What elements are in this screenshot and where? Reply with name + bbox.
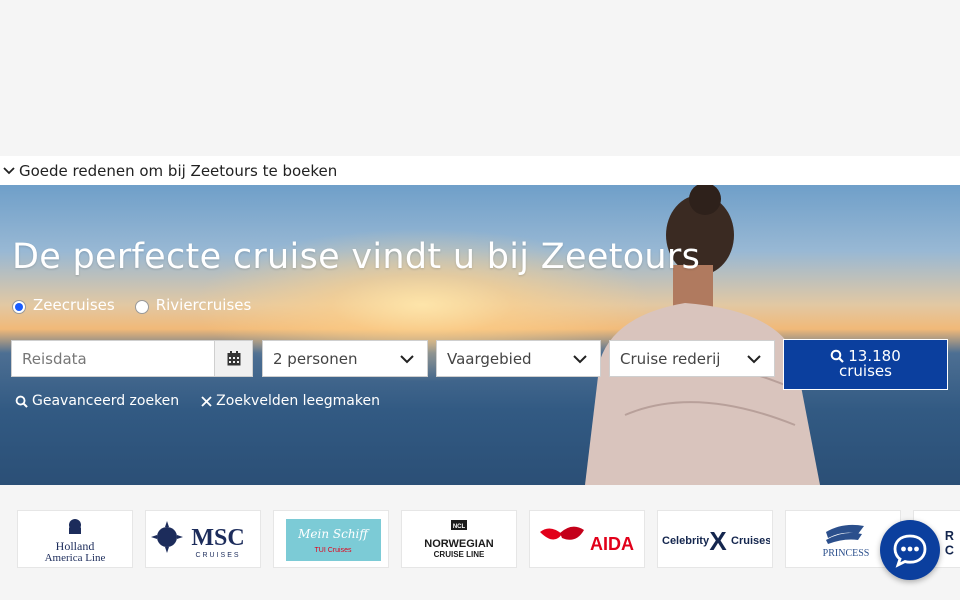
- radio-label: Riviercruises: [155, 296, 252, 314]
- logo-aida-name: AIDA: [590, 534, 634, 554]
- cruise-line-logos: Holland America Line MSC CRUISES Mein Sc…: [17, 510, 960, 568]
- search-button[interactable]: 13.180 cruises: [783, 339, 948, 390]
- persons-value: 2 personen: [273, 349, 358, 368]
- logo-norwegian-sub: CRUISE LINE: [434, 550, 485, 559]
- radio-dot-checked[interactable]: [12, 300, 26, 314]
- date-placeholder: Reisdata: [22, 349, 87, 368]
- advanced-search-link[interactable]: Geavanceerd zoeken: [15, 393, 179, 409]
- radio-label: Zeecruises: [33, 296, 115, 314]
- radio-dot-unchecked[interactable]: [134, 300, 149, 314]
- logo-mein-schiff-name: Mein Schiff: [297, 527, 370, 541]
- logo-norwegian-name: NORWEGIAN: [424, 538, 494, 550]
- calendar-icon: [227, 351, 240, 366]
- chat-button[interactable]: [880, 520, 940, 580]
- logo-celebrity-sub: Cruises: [731, 535, 770, 547]
- logo-mein-schiff-sub: TUI Cruises: [315, 547, 352, 554]
- chevron-down-icon: [573, 355, 587, 364]
- radio-zeecruises[interactable]: Zeecruises: [12, 296, 115, 314]
- logo-ncl-badge: NCL: [453, 524, 466, 530]
- chevron-down-icon: [747, 355, 761, 364]
- area-value: Vaargebied: [447, 349, 532, 368]
- logo-celebrity-mark: X: [709, 526, 727, 556]
- radio-riviercruises[interactable]: Riviercruises: [134, 296, 252, 314]
- logo-msc[interactable]: MSC CRUISES: [145, 510, 261, 568]
- cruise-line-value: Cruise rederij: [620, 349, 721, 368]
- search-links: Geavanceerd zoeken Zoekvelden leegmaken: [15, 393, 380, 409]
- calendar-button[interactable]: [214, 340, 253, 377]
- clear-fields-link[interactable]: Zoekvelden leegmaken: [201, 393, 380, 409]
- date-input[interactable]: Reisdata: [11, 340, 215, 377]
- cruise-type-radios: Zeecruises Riviercruises: [12, 296, 251, 314]
- logo-msc-name: MSC: [191, 525, 244, 551]
- reasons-toggle[interactable]: Goede redenen om bij Zeetours te boeken: [0, 156, 960, 185]
- chevron-down-icon: [400, 355, 414, 364]
- logo-aida[interactable]: AIDA: [529, 510, 645, 568]
- chevron-down-icon: [2, 164, 16, 178]
- chat-icon: [893, 534, 927, 568]
- close-icon: [201, 395, 212, 407]
- persons-select[interactable]: 2 personen: [262, 340, 428, 377]
- search-button-unit: cruises: [839, 362, 892, 380]
- area-select[interactable]: Vaargebied: [436, 340, 601, 377]
- logo-partial-line2: C: [945, 543, 954, 557]
- logo-msc-sub: CRUISES: [195, 552, 240, 559]
- reasons-label: Goede redenen om bij Zeetours te boeken: [19, 161, 338, 180]
- clear-fields-label: Zoekvelden leegmaken: [216, 393, 380, 409]
- cruise-line-select[interactable]: Cruise rederij: [609, 340, 775, 377]
- logo-holland-america[interactable]: Holland America Line: [17, 510, 133, 568]
- logo-partial-line1: R: [945, 529, 954, 543]
- logo-princess-name: PRINCESS: [823, 548, 870, 559]
- logo-celebrity[interactable]: Celebrity X Cruises: [657, 510, 773, 568]
- search-icon: [830, 349, 845, 363]
- logo-celebrity-name: Celebrity: [662, 535, 710, 547]
- advanced-search-label: Geavanceerd zoeken: [32, 393, 180, 409]
- logo-mein-schiff[interactable]: Mein Schiff TUI Cruises: [273, 510, 389, 568]
- search-icon: [15, 395, 28, 408]
- hero-title: De perfecte cruise vindt u bij Zeetours: [12, 237, 701, 277]
- logo-holland-line1: Holland: [56, 539, 95, 553]
- hero-banner: De perfecte cruise vindt u bij Zeetours …: [0, 185, 960, 485]
- logo-norwegian[interactable]: NCL NORWEGIAN CRUISE LINE: [401, 510, 517, 568]
- top-whitespace: [0, 0, 960, 156]
- logo-holland-line2: America Line: [45, 552, 106, 564]
- hero-photo-person: [585, 185, 820, 485]
